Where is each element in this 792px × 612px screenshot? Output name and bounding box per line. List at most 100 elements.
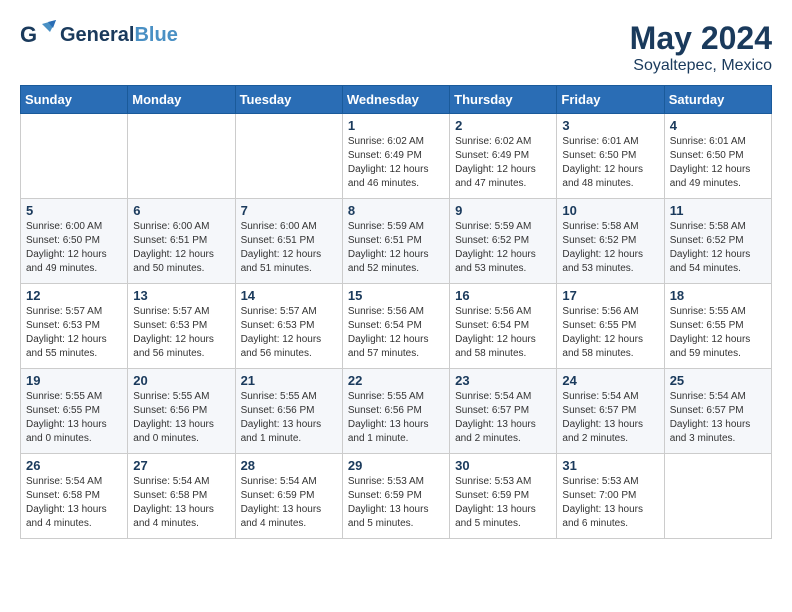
calendar-cell: 14 Sunrise: 5:57 AM Sunset: 6:53 PM Dayli…	[235, 284, 342, 369]
day-number: 13	[133, 288, 229, 303]
svg-text:G: G	[20, 22, 37, 47]
title-block: May 2024 Soyaltepec, Mexico	[630, 20, 772, 75]
day-info: Sunrise: 5:53 AM Sunset: 6:59 PM Dayligh…	[348, 475, 444, 531]
weekday-header: Monday	[128, 86, 235, 114]
day-number: 7	[241, 203, 337, 218]
calendar-cell: 10Sunrise: 5:58 AM Sunset: 6:52 PM Dayli…	[557, 199, 664, 284]
day-number: 28	[241, 458, 337, 473]
day-info: Sunrise: 5:56 AM Sunset: 6:54 PM Dayligh…	[348, 305, 444, 361]
calendar-cell: 3Sunrise: 6:01 AM Sunset: 6:50 PM Daylig…	[557, 114, 664, 199]
day-number: 30	[455, 458, 551, 473]
day-number: 3	[562, 118, 658, 133]
logo-icon: G	[20, 20, 56, 50]
calendar-cell: 17 Sunrise: 5:56 AM Sunset: 6:55 PM Dayli…	[557, 284, 664, 369]
day-number: 4	[670, 118, 766, 133]
day-info: Sunrise: 5:55 AM Sunset: 6:56 PM Dayligh…	[348, 390, 444, 446]
calendar-cell: 20Sunrise: 5:55 AM Sunset: 6:56 PM Dayli…	[128, 369, 235, 454]
day-number: 5	[26, 203, 122, 218]
day-number: 15	[348, 288, 444, 303]
day-number: 25	[670, 373, 766, 388]
weekday-header: Wednesday	[342, 86, 449, 114]
calendar-cell: 25 Sunrise: 5:54 AM Sunset: 6:57 PM Dayli…	[664, 369, 771, 454]
day-info: Sunrise: 5:53 AM Sunset: 7:00 PM Dayligh…	[562, 475, 658, 531]
weekday-header: Saturday	[664, 86, 771, 114]
day-number: 14	[241, 288, 337, 303]
day-info: Sunrise: 5:58 AM Sunset: 6:52 PM Dayligh…	[670, 220, 766, 276]
calendar-cell: 26 Sunrise: 5:54 AM Sunset: 6:58 PM Dayli…	[21, 454, 128, 539]
day-info: Sunrise: 6:01 AM Sunset: 6:50 PM Dayligh…	[670, 135, 766, 191]
day-info: Sunrise: 5:53 AM Sunset: 6:59 PM Dayligh…	[455, 475, 551, 531]
day-info: Sunrise: 5:54 AM Sunset: 6:57 PM Dayligh…	[670, 390, 766, 446]
day-number: 23	[455, 373, 551, 388]
day-number: 8	[348, 203, 444, 218]
day-info: Sunrise: 5:55 AM Sunset: 6:56 PM Dayligh…	[241, 390, 337, 446]
calendar-cell: 29 Sunrise: 5:53 AM Sunset: 6:59 PM Dayli…	[342, 454, 449, 539]
day-number: 31	[562, 458, 658, 473]
day-info: Sunrise: 5:54 AM Sunset: 6:57 PM Dayligh…	[455, 390, 551, 446]
calendar-cell: 7 Sunrise: 6:00 AM Sunset: 6:51 PM Daylig…	[235, 199, 342, 284]
calendar-header-row: SundayMondayTuesdayWednesdayThursdayFrid…	[21, 86, 772, 114]
calendar-cell: 1Sunrise: 6:02 AM Sunset: 6:49 PM Daylig…	[342, 114, 449, 199]
day-number: 29	[348, 458, 444, 473]
weekday-header: Friday	[557, 86, 664, 114]
calendar-cell: 23 Sunrise: 5:54 AM Sunset: 6:57 PM Dayli…	[450, 369, 557, 454]
page-header: G GeneralBlue May 2024 Soyaltepec, Mexic…	[20, 20, 772, 75]
calendar-cell	[128, 114, 235, 199]
day-number: 18	[670, 288, 766, 303]
day-info: Sunrise: 6:00 AM Sunset: 6:51 PM Dayligh…	[241, 220, 337, 276]
logo: G GeneralBlue	[20, 20, 178, 50]
calendar-cell	[235, 114, 342, 199]
day-number: 24	[562, 373, 658, 388]
day-info: Sunrise: 5:56 AM Sunset: 6:54 PM Dayligh…	[455, 305, 551, 361]
day-number: 17	[562, 288, 658, 303]
day-info: Sunrise: 5:57 AM Sunset: 6:53 PM Dayligh…	[26, 305, 122, 361]
logo-blue: Blue	[134, 24, 177, 46]
location: Soyaltepec, Mexico	[630, 57, 772, 75]
month-year: May 2024	[630, 20, 772, 57]
day-info: Sunrise: 5:59 AM Sunset: 6:52 PM Dayligh…	[455, 220, 551, 276]
calendar-cell: 16 Sunrise: 5:56 AM Sunset: 6:54 PM Dayli…	[450, 284, 557, 369]
calendar-cell: 22 Sunrise: 5:55 AM Sunset: 6:56 PM Dayli…	[342, 369, 449, 454]
day-info: Sunrise: 5:54 AM Sunset: 6:57 PM Dayligh…	[562, 390, 658, 446]
day-number: 20	[133, 373, 229, 388]
day-number: 19	[26, 373, 122, 388]
day-info: Sunrise: 5:54 AM Sunset: 6:58 PM Dayligh…	[133, 475, 229, 531]
weekday-header: Tuesday	[235, 86, 342, 114]
calendar-cell: 18 Sunrise: 5:55 AM Sunset: 6:55 PM Dayli…	[664, 284, 771, 369]
day-number: 21	[241, 373, 337, 388]
calendar-week-row: 5Sunrise: 6:00 AM Sunset: 6:50 PM Daylig…	[21, 199, 772, 284]
day-info: Sunrise: 5:57 AM Sunset: 6:53 PM Dayligh…	[133, 305, 229, 361]
day-info: Sunrise: 5:57 AM Sunset: 6:53 PM Dayligh…	[241, 305, 337, 361]
calendar-cell: 15 Sunrise: 5:56 AM Sunset: 6:54 PM Dayli…	[342, 284, 449, 369]
day-number: 22	[348, 373, 444, 388]
day-info: Sunrise: 5:54 AM Sunset: 6:59 PM Dayligh…	[241, 475, 337, 531]
day-number: 9	[455, 203, 551, 218]
calendar-cell	[664, 454, 771, 539]
day-number: 26	[26, 458, 122, 473]
calendar-cell	[21, 114, 128, 199]
day-number: 12	[26, 288, 122, 303]
day-info: Sunrise: 5:55 AM Sunset: 6:55 PM Dayligh…	[26, 390, 122, 446]
weekday-header: Thursday	[450, 86, 557, 114]
weekday-header: Sunday	[21, 86, 128, 114]
day-info: Sunrise: 5:59 AM Sunset: 6:51 PM Dayligh…	[348, 220, 444, 276]
day-number: 16	[455, 288, 551, 303]
day-info: Sunrise: 5:56 AM Sunset: 6:55 PM Dayligh…	[562, 305, 658, 361]
day-info: Sunrise: 5:55 AM Sunset: 6:55 PM Dayligh…	[670, 305, 766, 361]
calendar-cell: 27Sunrise: 5:54 AM Sunset: 6:58 PM Dayli…	[128, 454, 235, 539]
calendar-table: SundayMondayTuesdayWednesdayThursdayFrid…	[20, 85, 772, 539]
calendar-cell: 6Sunrise: 6:00 AM Sunset: 6:51 PM Daylig…	[128, 199, 235, 284]
calendar-cell: 30 Sunrise: 5:53 AM Sunset: 6:59 PM Dayli…	[450, 454, 557, 539]
day-info: Sunrise: 6:02 AM Sunset: 6:49 PM Dayligh…	[455, 135, 551, 191]
calendar-cell: 2Sunrise: 6:02 AM Sunset: 6:49 PM Daylig…	[450, 114, 557, 199]
day-info: Sunrise: 6:00 AM Sunset: 6:51 PM Dayligh…	[133, 220, 229, 276]
calendar-cell: 5Sunrise: 6:00 AM Sunset: 6:50 PM Daylig…	[21, 199, 128, 284]
calendar-cell: 28 Sunrise: 5:54 AM Sunset: 6:59 PM Dayli…	[235, 454, 342, 539]
calendar-week-row: 26 Sunrise: 5:54 AM Sunset: 6:58 PM Dayli…	[21, 454, 772, 539]
calendar-cell: 4 Sunrise: 6:01 AM Sunset: 6:50 PM Daylig…	[664, 114, 771, 199]
calendar-week-row: 1Sunrise: 6:02 AM Sunset: 6:49 PM Daylig…	[21, 114, 772, 199]
calendar-cell: 19 Sunrise: 5:55 AM Sunset: 6:55 PM Dayli…	[21, 369, 128, 454]
calendar-cell: 21 Sunrise: 5:55 AM Sunset: 6:56 PM Dayli…	[235, 369, 342, 454]
calendar-week-row: 19 Sunrise: 5:55 AM Sunset: 6:55 PM Dayli…	[21, 369, 772, 454]
day-info: Sunrise: 5:54 AM Sunset: 6:58 PM Dayligh…	[26, 475, 122, 531]
